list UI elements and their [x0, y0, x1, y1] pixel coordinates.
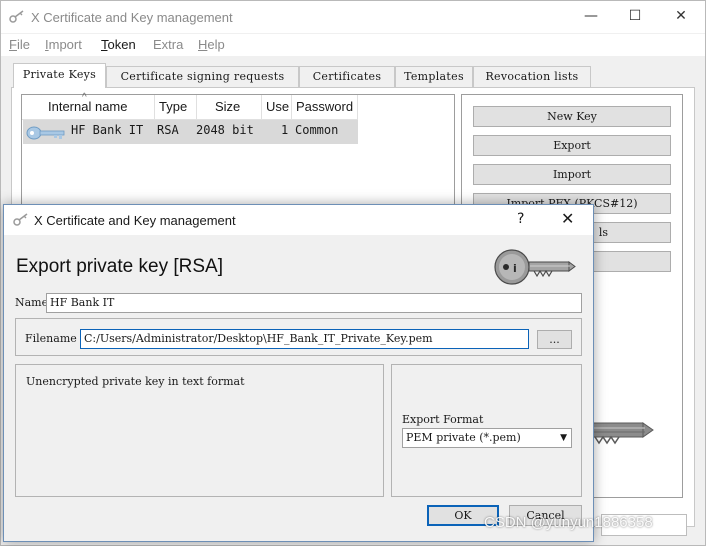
- svg-text:i: i: [513, 262, 517, 275]
- title-bar[interactable]: X Certificate and Key management — ☐ ✕: [1, 1, 705, 33]
- menu-help-label: elp: [207, 37, 225, 52]
- menu-help[interactable]: Help: [198, 37, 225, 52]
- minimize-button[interactable]: —: [568, 1, 614, 33]
- description-panel: Unencrypted private key in text format: [15, 364, 384, 497]
- export-format-panel: Export Format PEM private (*.pem) ▼: [391, 364, 582, 497]
- dialog-close-button[interactable]: ✕: [561, 209, 574, 228]
- name-label: Name: [15, 296, 49, 309]
- watermark: CSDN @yunyun1886358: [484, 514, 653, 531]
- dialog-heading: Export private key [RSA]: [16, 256, 223, 277]
- chevron-down-icon: ▼: [560, 433, 567, 443]
- menu-file-mnemonic: F: [9, 37, 17, 52]
- column-internal-name-label: Internal name: [48, 99, 128, 114]
- name-field[interactable]: HF Bank IT: [46, 293, 582, 313]
- sort-ascending-icon: ^: [82, 92, 87, 103]
- cell-use: 1: [281, 123, 289, 137]
- column-password[interactable]: Password: [292, 95, 358, 120]
- key-graphic-icon: [590, 415, 657, 452]
- tab-certificates[interactable]: Certificates: [299, 66, 395, 87]
- format-description: Unencrypted private key in text format: [26, 375, 245, 388]
- cell-size: 2048 bit: [196, 123, 254, 137]
- tab-templates[interactable]: Templates: [395, 66, 473, 87]
- column-internal-name[interactable]: Internal name ^: [22, 92, 155, 120]
- cell-internal-name: HF Bank IT: [71, 123, 144, 137]
- menu-token[interactable]: Token: [101, 37, 136, 52]
- menu-extra-label: Extra: [153, 37, 184, 52]
- browse-button[interactable]: ...: [537, 330, 572, 349]
- dialog-app-key-icon: [13, 213, 29, 230]
- table-row[interactable]: HF Bank IT RSA 2048 bit 1 Common: [23, 120, 358, 144]
- maximize-button[interactable]: ☐: [612, 1, 658, 33]
- close-button[interactable]: ✕: [658, 1, 704, 33]
- filename-group: Filename C:/Users/Administrator/Desktop\…: [15, 318, 582, 356]
- tab-private-keys[interactable]: Private Keys: [13, 63, 106, 88]
- tab-certificate-signing-requests[interactable]: Certificate signing requests: [106, 66, 299, 87]
- filename-field[interactable]: C:/Users/Administrator/Desktop\HF_Bank_I…: [80, 329, 529, 349]
- dialog-help-button[interactable]: ?: [517, 211, 524, 227]
- key-graphic-icon: i: [492, 247, 578, 290]
- export-private-key-dialog: X Certificate and Key management ? ✕ Exp…: [3, 204, 594, 542]
- dialog-title-bar[interactable]: X Certificate and Key management ? ✕: [4, 205, 593, 235]
- menu-import-label: mport: [48, 37, 82, 52]
- column-use[interactable]: Use: [262, 95, 292, 120]
- cell-password: Common: [295, 123, 339, 137]
- column-type[interactable]: Type: [155, 95, 197, 120]
- export-format-value: PEM private (*.pem): [406, 431, 521, 444]
- window-title: X Certificate and Key management: [31, 10, 233, 25]
- menu-help-mnemonic: H: [198, 37, 208, 52]
- menu-import[interactable]: Import: [45, 37, 82, 52]
- dialog-title: X Certificate and Key management: [34, 213, 236, 228]
- key-icon: [26, 125, 66, 144]
- menu-file-label: ile: [16, 37, 30, 52]
- menu-bar: File Import Token Extra Help: [1, 34, 705, 56]
- export-button[interactable]: Export: [473, 135, 671, 156]
- app-key-icon: [9, 10, 25, 27]
- export-format-label: Export Format: [402, 413, 484, 426]
- menu-extra[interactable]: Extra: [153, 37, 183, 52]
- new-key-button[interactable]: New Key: [473, 106, 671, 127]
- import-button[interactable]: Import: [473, 164, 671, 185]
- column-size[interactable]: Size: [197, 95, 262, 120]
- menu-file[interactable]: File: [9, 37, 30, 52]
- menu-token-label: oken: [107, 37, 136, 52]
- export-format-select[interactable]: PEM private (*.pem) ▼: [402, 428, 572, 448]
- filename-label: Filename: [25, 332, 77, 345]
- cell-type: RSA: [157, 123, 179, 137]
- tab-revocation-lists[interactable]: Revocation lists: [473, 66, 591, 87]
